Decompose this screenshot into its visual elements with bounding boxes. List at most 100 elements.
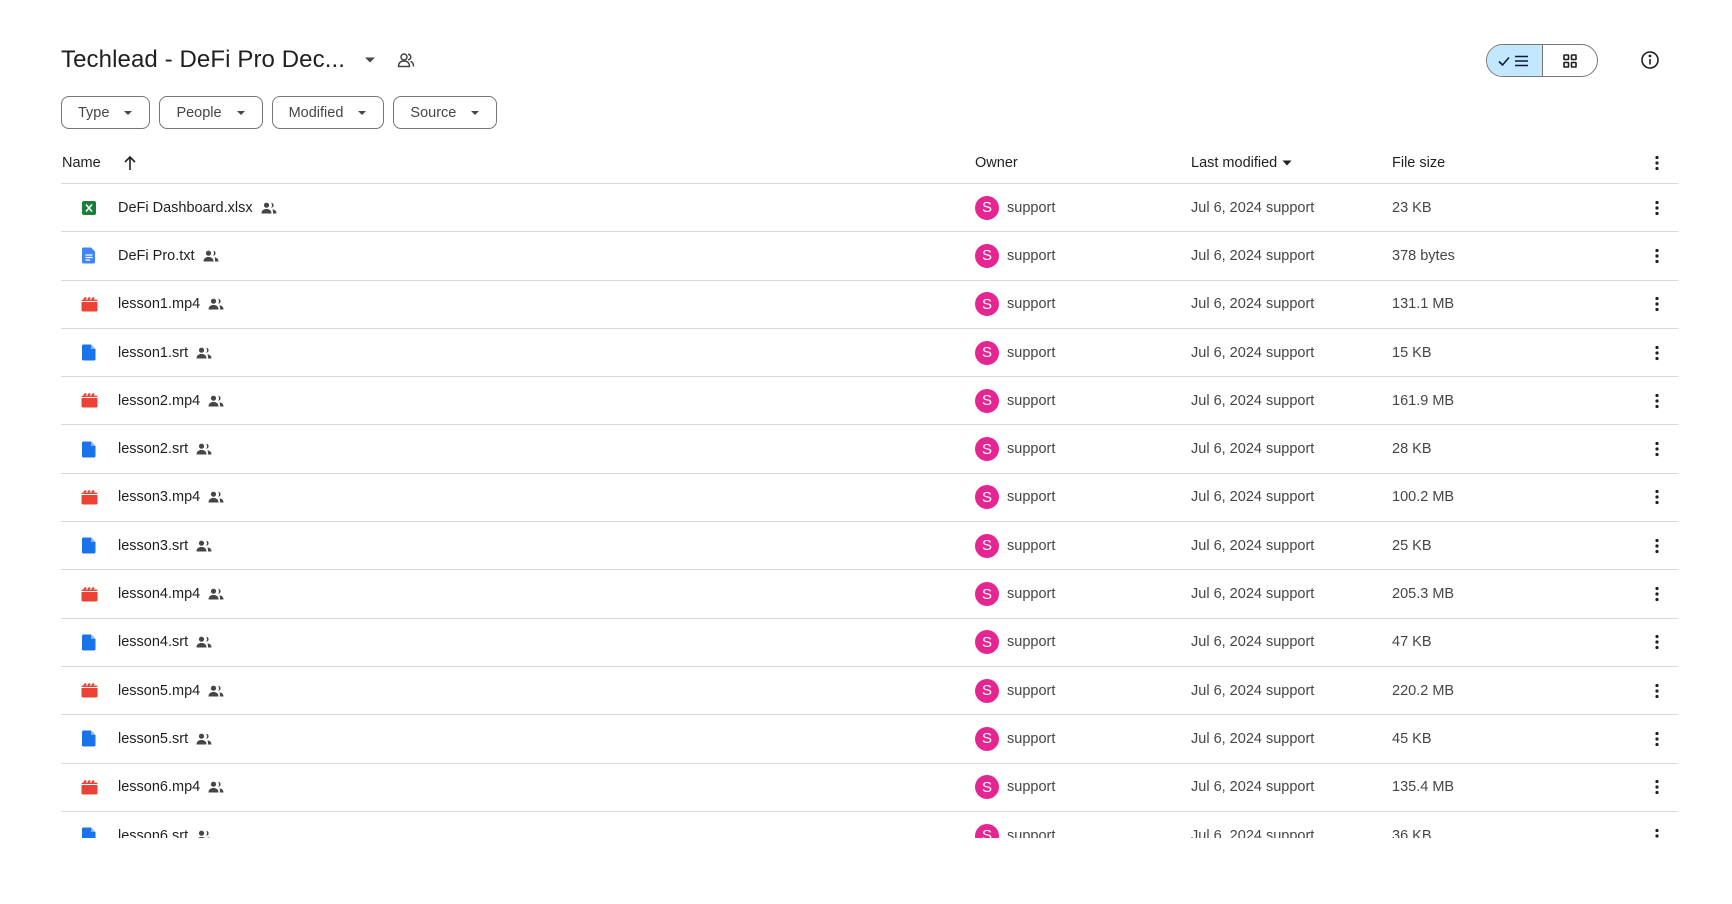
last-modified-cell: Jul 6, 2024 support (1191, 344, 1315, 361)
more-vert-icon[interactable] (1641, 530, 1673, 562)
row-actions (1641, 385, 1673, 417)
avatar[interactable]: S (975, 678, 999, 703)
table-row[interactable]: lesson3.srt S support Jul 6, 2024 suppor… (61, 522, 1678, 571)
avatar[interactable]: S (975, 726, 999, 751)
table-row[interactable]: lesson4.srt S support Jul 6, 2024 suppor… (61, 619, 1678, 667)
name-cell: DeFi Pro.txt (80, 247, 219, 265)
file-icon (80, 440, 98, 458)
table-row[interactable]: lesson5.srt S support Jul 6, 2024 suppor… (61, 715, 1678, 764)
avatar[interactable]: S (975, 533, 999, 558)
table-row[interactable]: lesson6.mp4 S support Jul 6, 2024 suppor… (61, 764, 1678, 812)
owner-name: support (1007, 586, 1056, 603)
list-view-button[interactable] (1487, 45, 1543, 76)
more-vert-icon[interactable] (1641, 433, 1673, 465)
owner-name: support (1007, 489, 1056, 506)
video-icon (80, 295, 98, 313)
file-name: lesson1.srt (118, 344, 189, 361)
avatar[interactable]: S (975, 775, 999, 800)
file-list[interactable]: DeFi Dashboard.xlsx S support Jul 6, 202… (61, 184, 1678, 879)
chip-label: Modified (288, 104, 344, 121)
table-row[interactable]: lesson1.mp4 S support Jul 6, 2024 suppor… (61, 281, 1678, 329)
file-name: lesson6.srt (118, 827, 189, 839)
name-cell: lesson2.mp4 (80, 392, 224, 410)
chevron-down-icon (357, 110, 367, 116)
last-modified-column-header[interactable]: Last modified (1191, 155, 1292, 171)
more-vert-icon[interactable] (1641, 337, 1673, 369)
owner-column-header: Owner (975, 154, 1018, 171)
table-row[interactable]: lesson3.mp4 S support Jul 6, 2024 suppor… (61, 474, 1678, 523)
folder-title[interactable]: Techlead - DeFi Pro Dec... (61, 46, 345, 74)
filter-people-chip[interactable]: People (159, 96, 263, 129)
avatar[interactable]: S (975, 388, 999, 413)
avatar[interactable]: S (975, 437, 999, 462)
shared-people-icon (208, 491, 224, 503)
grid-view-button[interactable] (1543, 45, 1598, 76)
more-vert-icon[interactable] (1641, 385, 1673, 417)
name-column-header[interactable]: Name (62, 155, 137, 171)
table-row[interactable]: lesson4.mp4 S support Jul 6, 2024 suppor… (61, 570, 1678, 619)
file-size-cell: 15 KB (1392, 344, 1432, 361)
more-vert-icon[interactable] (1641, 578, 1673, 610)
name-header-label: Name (62, 154, 101, 171)
name-cell: lesson1.mp4 (80, 295, 224, 313)
more-vert-icon[interactable] (1641, 675, 1673, 707)
more-vert-icon[interactable] (1641, 240, 1673, 272)
avatar[interactable]: S (975, 630, 999, 655)
sort-ascending-icon[interactable] (123, 155, 137, 171)
avatar[interactable]: S (975, 292, 999, 317)
more-vert-icon[interactable] (1641, 481, 1673, 513)
dropdown-caret-icon[interactable] (355, 45, 385, 75)
row-actions (1641, 723, 1673, 755)
file-size-cell: 131.1 MB (1392, 296, 1455, 313)
last-modified-cell: Jul 6, 2024 support (1191, 537, 1315, 554)
document-icon (80, 247, 98, 265)
more-vert-icon[interactable] (1641, 626, 1673, 658)
title-group: Techlead - DeFi Pro Dec... (61, 40, 421, 80)
last-modified-cell: Jul 6, 2024 support (1191, 247, 1315, 264)
info-icon[interactable] (1636, 46, 1664, 74)
filter-type-chip[interactable]: Type (61, 96, 151, 129)
file-name: lesson3.mp4 (118, 489, 201, 506)
shared-people-icon (196, 733, 212, 745)
file-size-column-header: File size (1392, 154, 1446, 171)
column-options (1641, 147, 1673, 179)
shared-people-icon (208, 685, 224, 697)
filter-source-chip[interactable]: Source (393, 96, 498, 129)
more-vert-icon[interactable] (1641, 288, 1673, 320)
table-row[interactable]: lesson1.srt S support Jul 6, 2024 suppor… (61, 329, 1678, 378)
table-row[interactable]: lesson2.mp4 S support Jul 6, 2024 suppor… (61, 377, 1678, 426)
view-toggle (1486, 44, 1598, 77)
name-cell: lesson4.mp4 (80, 585, 224, 603)
owner-name: support (1007, 441, 1056, 458)
chip-label: People (176, 104, 222, 121)
avatar[interactable]: S (975, 823, 999, 838)
file-size-cell: 161.9 MB (1392, 392, 1455, 409)
table-row[interactable]: lesson2.srt S support Jul 6, 2024 suppor… (61, 425, 1678, 474)
last-modified-cell: Jul 6, 2024 support (1191, 296, 1315, 313)
more-vert-icon[interactable] (1641, 723, 1673, 755)
owner-cell: S support (975, 243, 1056, 268)
file-name: lesson1.mp4 (118, 296, 201, 313)
table-row[interactable]: lesson6.srt S support Jul 6, 2024 suppor… (61, 812, 1678, 838)
filter-modified-chip[interactable]: Modified (271, 96, 385, 129)
table-row[interactable]: DeFi Dashboard.xlsx S support Jul 6, 202… (61, 184, 1678, 233)
avatar[interactable]: S (975, 340, 999, 365)
file-name: lesson2.mp4 (118, 392, 201, 409)
avatar[interactable]: S (975, 582, 999, 607)
table-header: Name Owner Last modified File size (61, 142, 1678, 184)
shared-people-icon (208, 298, 224, 310)
avatar[interactable]: S (975, 243, 999, 268)
avatar[interactable]: S (975, 195, 999, 220)
table-row[interactable]: DeFi Pro.txt S support Jul 6, 2024 suppo… (61, 232, 1678, 281)
more-vert-icon[interactable] (1641, 192, 1673, 224)
more-vert-icon[interactable] (1641, 820, 1673, 839)
owner-name: support (1007, 247, 1056, 264)
file-size-cell: 36 KB (1392, 827, 1432, 839)
more-vert-icon[interactable] (1641, 147, 1673, 179)
table-row[interactable]: lesson5.mp4 S support Jul 6, 2024 suppor… (61, 667, 1678, 716)
shared-people-icon (208, 781, 224, 793)
avatar[interactable]: S (975, 485, 999, 510)
more-vert-icon[interactable] (1641, 771, 1673, 803)
owner-name: support (1007, 682, 1056, 699)
shared-people-icon (196, 636, 212, 648)
